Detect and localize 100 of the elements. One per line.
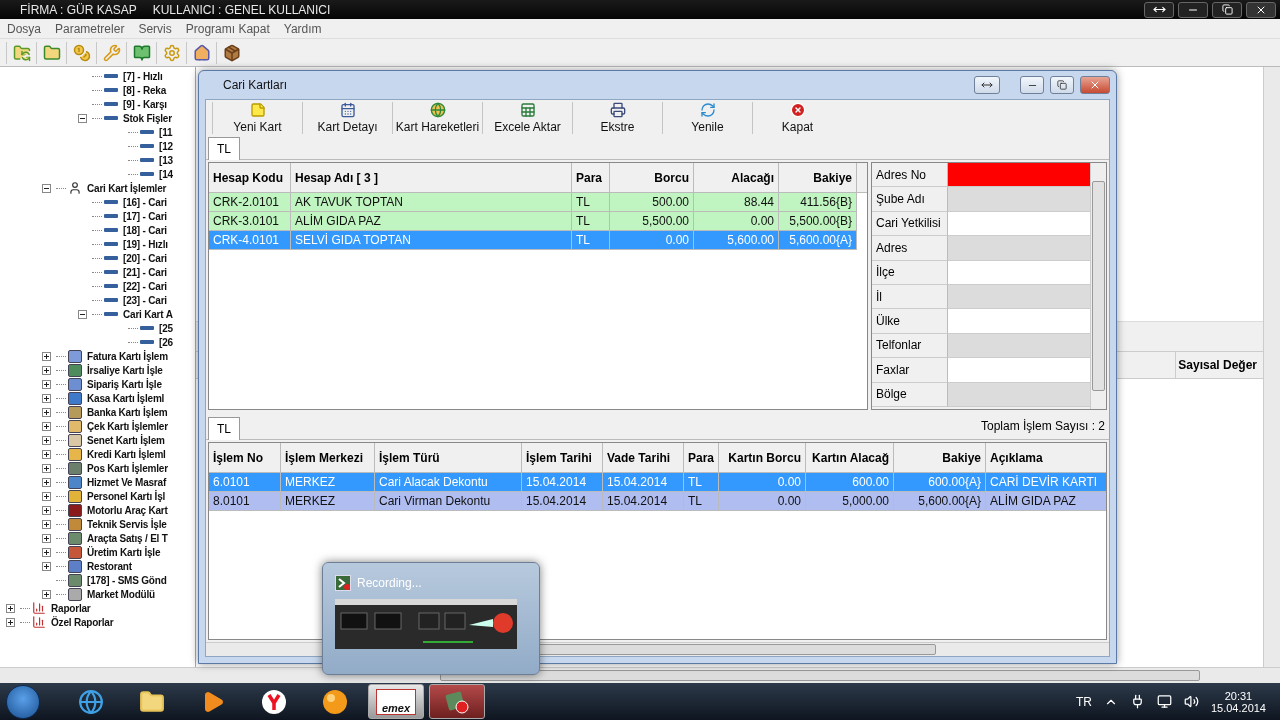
plus-icon[interactable] [41,351,51,361]
plus-icon[interactable] [41,463,51,473]
tree-item[interactable]: [11 [159,126,173,138]
column-header[interactable]: Bakiye [894,443,986,473]
coins-button[interactable] [66,41,92,64]
minus-icon[interactable] [41,183,51,193]
close-button[interactable] [1246,1,1276,18]
tree-item[interactable]: Kasa Kartı İşleml [87,392,165,404]
folder-add-button[interactable] [36,41,62,64]
taskbar-button[interactable]: emex [368,684,424,719]
resize-button[interactable] [1144,1,1174,18]
minus-icon[interactable] [77,113,87,123]
column-header[interactable]: Borcu [610,163,694,193]
tree-item[interactable]: [19] - Hızlı [123,238,168,250]
tree-item[interactable]: [23] - Cari [123,294,167,306]
plus-icon[interactable] [41,533,51,543]
maximize-button[interactable] [1050,76,1074,94]
plus-icon[interactable] [41,561,51,571]
tree-item[interactable]: Teknik Servis İşle [87,518,167,530]
tree-item[interactable]: Raporlar [51,602,91,614]
field-value[interactable] [948,382,1090,407]
tree-item[interactable]: [178] - SMS Gönd [87,574,167,586]
plus-icon[interactable] [41,407,51,417]
tab[interactable]: TL [208,417,240,440]
tree-item[interactable]: Üretim Kartı İşle [87,546,161,558]
tree-item[interactable]: [17] - Cari [123,210,167,222]
home-button[interactable] [186,41,212,64]
field-value[interactable] [948,333,1090,359]
plus-icon[interactable] [41,477,51,487]
column-header[interactable]: Hesap Adı [ 3 ] [291,163,572,193]
tree-item[interactable]: Restorant [87,560,132,572]
field-value[interactable] [948,187,1090,212]
column-header[interactable]: İşlem Merkezi [281,443,375,473]
column-header[interactable]: Para [684,443,719,473]
tree-item[interactable]: Personel Kartı İşl [87,490,166,502]
tree-item[interactable]: Cari Kart A [123,308,173,320]
field-value[interactable] [948,309,1090,334]
toolbar-button[interactable]: Ekstre [572,102,662,134]
plus-icon[interactable] [41,505,51,515]
column-header[interactable]: Alacağı [694,163,779,193]
tree-item[interactable]: [9] - Karşı [123,98,167,110]
field-value[interactable] [948,284,1090,310]
language-indicator[interactable]: TR [1075,694,1092,709]
tree-item[interactable]: Market Modülü [87,588,155,600]
tree-item[interactable]: [25 [159,322,173,334]
toolbar-button[interactable]: Kapat [752,102,842,134]
menu-item[interactable]: Dosya [7,21,41,36]
tree-item[interactable]: Motorlu Araç Kart [87,504,168,516]
menu-item[interactable]: Servis [138,21,172,36]
tree-item[interactable]: Özel Raporlar [51,616,114,628]
tree-item[interactable]: [18] - Cari [123,224,167,236]
plus-icon[interactable] [41,519,51,529]
clock[interactable]: 20:31 15.04.2014 [1210,689,1266,714]
plus-icon[interactable] [5,617,15,627]
tree-item[interactable]: [16] - Cari [123,196,167,208]
tree-item[interactable]: [22] - Cari [123,280,167,292]
toolbar-button[interactable]: Excele Aktar [482,102,572,134]
tree-item[interactable]: [20] - Cari [123,252,167,264]
menu-item[interactable]: Programı Kapat [185,21,270,36]
scrollbar[interactable] [1090,163,1106,409]
toolbar-button[interactable]: Kart Hareketleri [392,102,482,134]
plus-icon[interactable] [41,393,51,403]
package-button[interactable] [216,41,242,64]
tree-item[interactable]: Araçta Satış / El T [87,532,168,544]
tree-item[interactable]: [12 [159,140,173,152]
toolbar-button[interactable]: Yeni Kart [212,102,302,134]
tree-item[interactable]: Pos Kartı İşlemler [87,462,168,474]
start-button[interactable] [6,684,40,719]
restore-button[interactable] [1212,1,1242,18]
minimize-button[interactable] [1020,76,1044,94]
plus-icon[interactable] [41,435,51,445]
tree-item[interactable]: Stok Fişler [123,112,172,124]
field-value[interactable] [948,163,1090,188]
plus-icon[interactable] [5,603,15,613]
field-value[interactable] [948,236,1090,261]
tree-item[interactable]: Kredi Kartı İşleml [87,448,166,460]
column-header[interactable]: Açıklama [986,443,1106,473]
tree-item[interactable]: [8] - Reka [123,84,166,96]
tree-item[interactable]: Senet Kartı İşlem [87,434,165,446]
book-button[interactable] [126,41,152,64]
tab[interactable]: TL [208,137,240,160]
column-header[interactable]: İşlem Tarihi [522,443,603,473]
tree-item[interactable]: Çek Kartı İşlemler [87,420,168,432]
toolbar-button[interactable]: Yenile [662,102,752,134]
menu-item[interactable]: Parametreler [55,21,125,36]
field-value[interactable] [948,211,1090,237]
minimize-button[interactable] [1178,1,1208,18]
column-header[interactable]: Hesap Kodu [209,163,291,193]
toolbar-button[interactable]: Kart Detayı [302,102,392,134]
plus-icon[interactable] [41,365,51,375]
column-header[interactable]: İşlem Türü [375,443,522,473]
column-header[interactable]: İşlem No [209,443,281,473]
tree-item[interactable]: Fatura Kartı İşlem [87,350,168,362]
tree-item[interactable]: Sipariş Kartı İşle [87,378,162,390]
tree-item[interactable]: [14 [159,168,173,180]
field-value[interactable] [948,260,1090,285]
column-header[interactable]: Vade Tarihi [603,443,684,473]
scrollbar[interactable] [1263,67,1280,667]
plus-icon[interactable] [41,421,51,431]
column-header[interactable]: Kartın Alacağ [806,443,894,473]
